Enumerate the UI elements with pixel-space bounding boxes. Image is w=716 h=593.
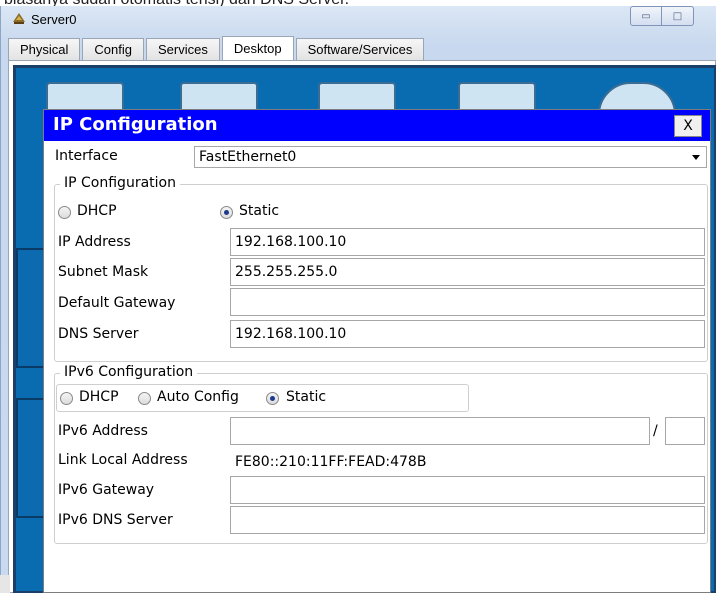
desktop-side-panel <box>16 398 46 518</box>
subnet-mask-field[interactable]: 255.255.255.0 <box>230 258 705 286</box>
link-local-address-label: Link Local Address <box>58 452 188 468</box>
ip-address-field[interactable]: 192.168.100.10 <box>230 228 705 256</box>
server-app-icon <box>13 13 25 24</box>
ipv6-gateway-label: IPv6 Gateway <box>58 482 155 498</box>
ipv6-legend: IPv6 Configuration <box>60 364 198 380</box>
tab-physical[interactable]: Physical <box>8 38 81 60</box>
tab-bar: Physical Config Services Desktop Softwar… <box>8 36 426 60</box>
prefix-separator: / <box>653 423 658 439</box>
window-bottom-edge <box>0 575 10 593</box>
link-local-address-value: FE80::210:11FF:FEAD:478B <box>230 448 705 476</box>
ipv6-address-label: IPv6 Address <box>58 423 148 439</box>
subnet-mask-label: Subnet Mask <box>58 264 149 280</box>
ipv6-dns-server-label: IPv6 DNS Server <box>58 512 173 528</box>
maximize-icon: □ <box>672 10 683 22</box>
ipv6-auto-config-radio[interactable] <box>138 392 151 405</box>
desktop-side-panel <box>16 248 46 368</box>
window-controls: ▭ □ <box>630 6 694 26</box>
ipv6-prefix-field[interactable] <box>665 417 705 445</box>
desktop-icon-row <box>28 72 716 118</box>
tab-desktop[interactable]: Desktop <box>221 36 294 60</box>
ip-configuration-dialog: IP Configuration X Interface FastEtherne… <box>43 109 711 593</box>
minimize-icon: ▭ <box>641 10 651 22</box>
ipv6-static-radio[interactable] <box>266 392 279 405</box>
tab-software-services[interactable]: Software/Services <box>295 38 425 60</box>
window-title: Server0 <box>31 12 77 27</box>
tab-services[interactable]: Services <box>146 38 220 60</box>
dialog-titlebar[interactable]: IP Configuration X <box>44 110 710 141</box>
ipv4-legend: IP Configuration <box>60 175 180 191</box>
interface-select[interactable]: FastEthernet0 <box>194 146 707 168</box>
ipv6-auto-config-label[interactable]: Auto Config <box>157 389 239 405</box>
interface-value: FastEthernet0 <box>199 149 297 165</box>
dialog-title: IP Configuration <box>53 114 218 135</box>
ipv6-dhcp-label[interactable]: DHCP <box>79 389 119 405</box>
window-titlebar[interactable]: Server0 ▭ □ <box>1 6 716 36</box>
ipv6-address-field[interactable] <box>230 417 650 445</box>
ipv6-static-label[interactable]: Static <box>286 389 326 405</box>
ipv4-dhcp-radio[interactable] <box>58 206 71 219</box>
maximize-button[interactable]: □ <box>662 6 694 26</box>
interface-label: Interface <box>55 148 118 164</box>
ipv6-dns-server-field[interactable] <box>230 506 705 534</box>
dns-server-field[interactable]: 192.168.100.10 <box>230 320 705 348</box>
minimize-button[interactable]: ▭ <box>630 6 662 26</box>
chevron-down-icon <box>692 155 700 160</box>
ipv6-dhcp-radio[interactable] <box>60 392 73 405</box>
dns-server-label: DNS Server <box>58 326 139 342</box>
ipv4-static-radio[interactable] <box>220 206 233 219</box>
default-gateway-label: Default Gateway <box>58 295 176 311</box>
default-gateway-field[interactable] <box>230 288 705 316</box>
ipv4-dhcp-label[interactable]: DHCP <box>77 203 117 219</box>
ipv4-static-label[interactable]: Static <box>239 203 279 219</box>
close-button[interactable]: X <box>674 115 702 137</box>
ip-address-label: IP Address <box>58 234 131 250</box>
ipv6-gateway-field[interactable] <box>230 476 705 504</box>
tab-config[interactable]: Config <box>82 38 144 60</box>
